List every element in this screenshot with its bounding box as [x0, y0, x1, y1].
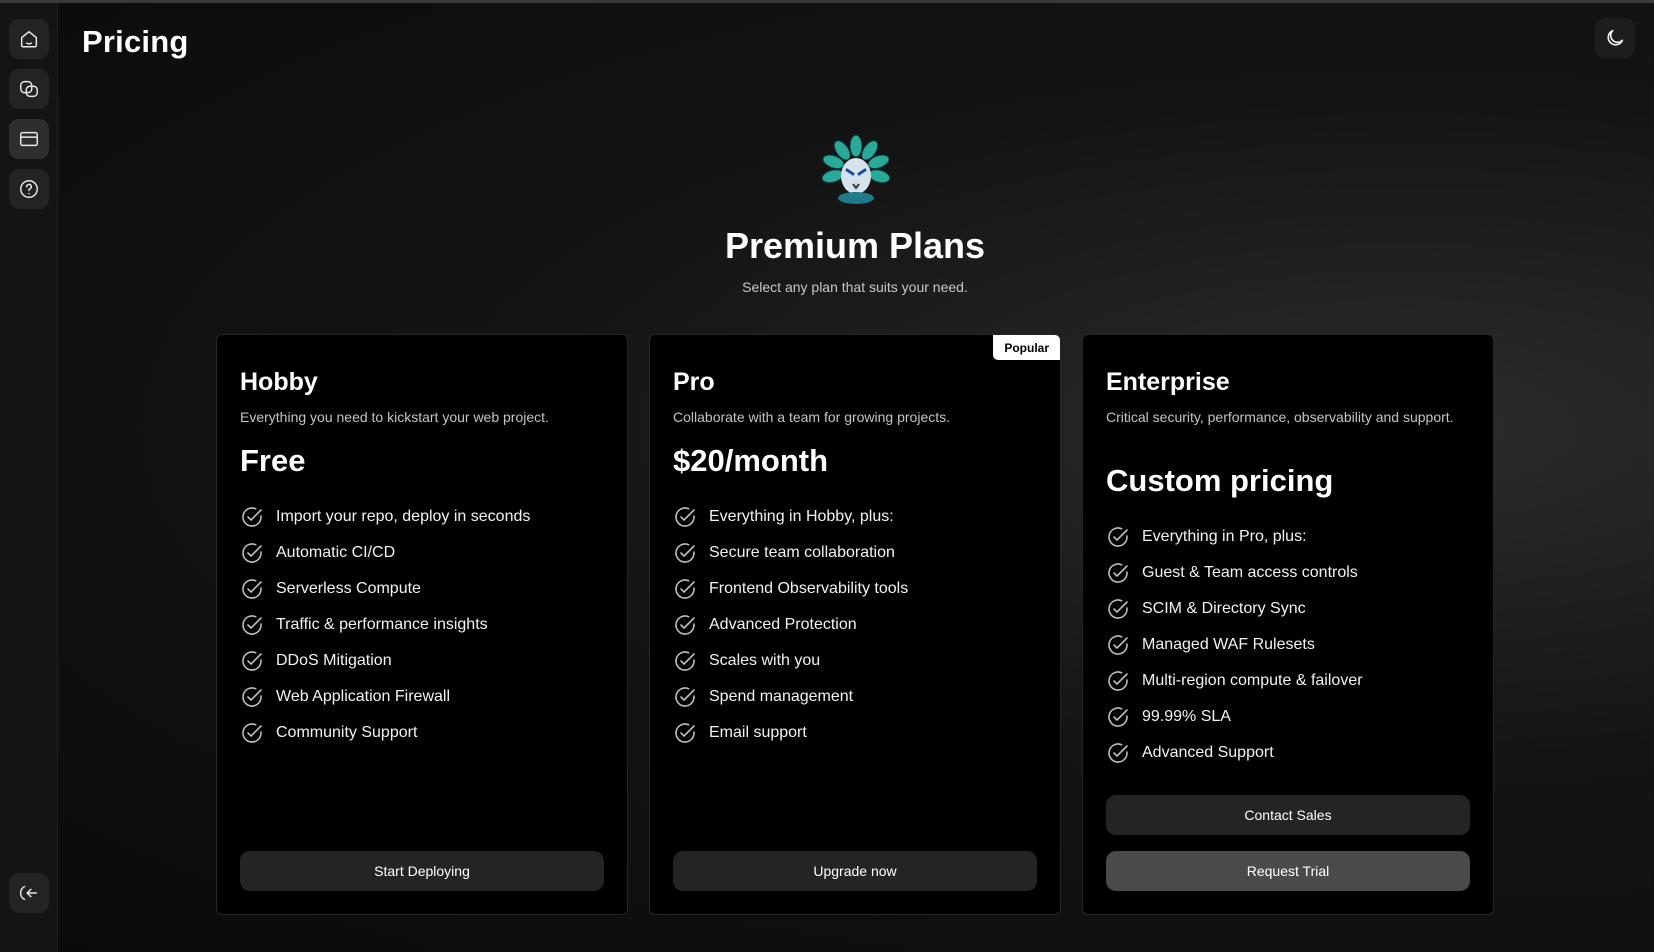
window-top-border — [0, 0, 1654, 3]
feature-item: 99.99% SLA — [1106, 699, 1363, 735]
plan-card-enterprise: Enterprise Critical security, performanc… — [1082, 334, 1494, 915]
credit-card-icon — [20, 131, 38, 147]
check-circle-icon — [242, 579, 262, 599]
theme-toggle-button[interactable] — [1595, 18, 1635, 58]
feature-item: Secure team collaboration — [673, 535, 908, 571]
plan-card-pro: Popular Pro Collaborate with a team for … — [649, 334, 1061, 915]
popular-badge: Popular — [993, 335, 1060, 360]
plan-card-hobby: Hobby Everything you need to kickstart y… — [216, 334, 628, 915]
plan-name: Pro — [673, 368, 715, 396]
feature-item: Automatic CI/CD — [240, 535, 530, 571]
feature-item: Advanced Support — [1106, 735, 1363, 771]
hero-title: Premium Plans — [724, 225, 986, 266]
feature-item: Import your repo, deploy in seconds — [240, 499, 530, 535]
plan-price: $20/month — [673, 443, 829, 478]
feature-item: SCIM & Directory Sync — [1106, 591, 1363, 627]
contact-sales-button[interactable]: Contact Sales — [1106, 795, 1470, 835]
logout-button[interactable] — [9, 873, 49, 913]
feature-item: Multi-region compute & failover — [1106, 663, 1363, 699]
feature-item: Spend management — [673, 679, 908, 715]
sidebar-item-chats[interactable] — [9, 69, 49, 109]
feature-item: Everything in Pro, plus: — [1106, 519, 1363, 555]
brand-logo — [821, 134, 891, 204]
check-circle-icon — [1108, 671, 1128, 691]
check-circle-icon — [242, 615, 262, 635]
check-circle-icon — [242, 507, 262, 527]
chat-bubbles-icon — [20, 80, 38, 98]
plan-name: Hobby — [240, 368, 318, 396]
feature-item: Community Support — [240, 715, 530, 751]
check-circle-icon — [242, 723, 262, 743]
check-circle-icon — [675, 651, 695, 671]
check-circle-icon — [1108, 563, 1128, 583]
home-icon — [20, 30, 38, 48]
sidebar-item-billing[interactable] — [9, 119, 49, 159]
help-circle-icon — [20, 180, 38, 198]
check-circle-icon — [242, 651, 262, 671]
check-circle-icon — [1108, 635, 1128, 655]
feature-list: Import your repo, deploy in seconds Auto… — [240, 499, 530, 751]
check-circle-icon — [675, 687, 695, 707]
check-circle-icon — [1108, 527, 1128, 547]
feature-item: Serverless Compute — [240, 571, 530, 607]
plan-name: Enterprise — [1106, 368, 1230, 396]
feature-item: Email support — [673, 715, 908, 751]
sidebar — [0, 3, 58, 952]
plan-description: Critical security, performance, observab… — [1106, 409, 1454, 425]
feature-list: Everything in Pro, plus: Guest & Team ac… — [1106, 519, 1363, 771]
plan-description: Collaborate with a team for growing proj… — [673, 409, 951, 425]
check-circle-icon — [675, 579, 695, 599]
feature-list: Everything in Hobby, plus: Secure team c… — [673, 499, 908, 751]
check-circle-icon — [1108, 599, 1128, 619]
check-circle-icon — [242, 543, 262, 563]
feature-item: Advanced Protection — [673, 607, 908, 643]
sidebar-item-help[interactable] — [9, 169, 49, 209]
feature-item: Guest & Team access controls — [1106, 555, 1363, 591]
moon-icon — [1607, 29, 1624, 46]
sidebar-item-home[interactable] — [9, 19, 49, 59]
plan-price: Free — [240, 443, 306, 478]
check-circle-icon — [675, 507, 695, 527]
feature-item: Everything in Hobby, plus: — [673, 499, 908, 535]
page-title: Pricing — [82, 24, 189, 59]
logout-icon — [19, 885, 38, 901]
check-circle-icon — [675, 543, 695, 563]
check-circle-icon — [1108, 743, 1128, 763]
check-circle-icon — [675, 723, 695, 743]
feature-item: Frontend Observability tools — [673, 571, 908, 607]
check-circle-icon — [675, 615, 695, 635]
feature-item: Scales with you — [673, 643, 908, 679]
upgrade-now-button[interactable]: Upgrade now — [673, 851, 1037, 891]
hero-subtitle: Select any plan that suits your need. — [742, 279, 968, 295]
plan-price: Custom pricing — [1106, 463, 1334, 498]
feature-item: Web Application Firewall — [240, 679, 530, 715]
feature-item: Traffic & performance insights — [240, 607, 530, 643]
plan-description: Everything you need to kickstart your we… — [240, 409, 549, 425]
start-deploying-button[interactable]: Start Deploying — [240, 851, 604, 891]
check-circle-icon — [1108, 707, 1128, 727]
feature-item: Managed WAF Rulesets — [1106, 627, 1363, 663]
check-circle-icon — [242, 687, 262, 707]
request-trial-button[interactable]: Request Trial — [1106, 851, 1470, 891]
feature-item: DDoS Mitigation — [240, 643, 530, 679]
